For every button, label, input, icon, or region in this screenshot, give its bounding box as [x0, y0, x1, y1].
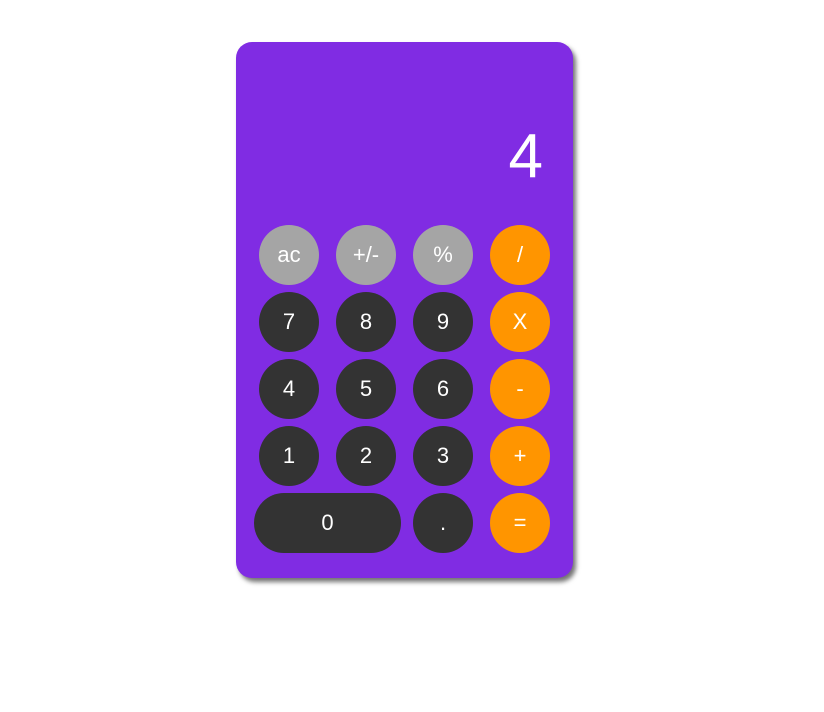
clear-button[interactable]: ac: [259, 225, 319, 285]
keypad: ac +/- % / 7 8 9 X 4 5 6 - 1 2 3 + 0 . =: [254, 225, 550, 553]
multiply-button[interactable]: X: [490, 292, 550, 352]
digit-2-button[interactable]: 2: [336, 426, 396, 486]
decimal-button[interactable]: .: [413, 493, 473, 553]
percent-button[interactable]: %: [413, 225, 473, 285]
digit-5-button[interactable]: 5: [336, 359, 396, 419]
subtract-button[interactable]: -: [490, 359, 550, 419]
digit-7-button[interactable]: 7: [259, 292, 319, 352]
toggle-sign-button[interactable]: +/-: [336, 225, 396, 285]
digit-0-button[interactable]: 0: [254, 493, 401, 553]
digit-3-button[interactable]: 3: [413, 426, 473, 486]
digit-6-button[interactable]: 6: [413, 359, 473, 419]
digit-9-button[interactable]: 9: [413, 292, 473, 352]
calculator: 4 ac +/- % / 7 8 9 X 4 5 6 - 1 2 3 + 0 .…: [236, 42, 573, 578]
calculator-display: 4: [508, 122, 543, 191]
divide-button[interactable]: /: [490, 225, 550, 285]
add-button[interactable]: +: [490, 426, 550, 486]
equals-button[interactable]: =: [490, 493, 550, 553]
digit-4-button[interactable]: 4: [259, 359, 319, 419]
digit-1-button[interactable]: 1: [259, 426, 319, 486]
digit-8-button[interactable]: 8: [336, 292, 396, 352]
